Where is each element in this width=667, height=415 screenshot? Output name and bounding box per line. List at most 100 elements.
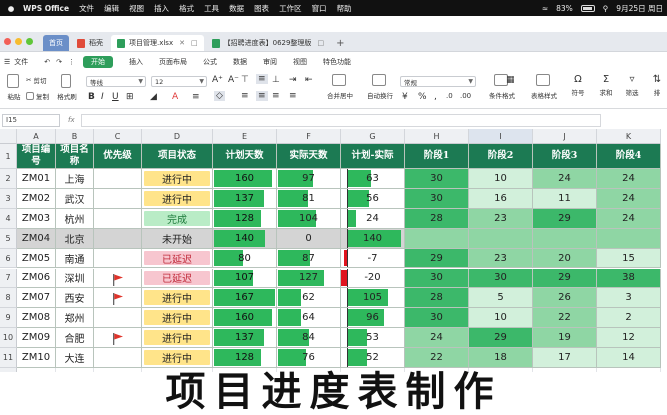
project-name-cell[interactable]: 深圳 (56, 268, 94, 289)
plan-minus-actual-cell[interactable]: -20 (341, 268, 405, 289)
increase-decimal-icon[interactable]: .0 (446, 92, 453, 100)
column-header-e[interactable]: E (213, 129, 277, 144)
stage-1-cell[interactable]: 30 (405, 188, 469, 209)
project-name-cell[interactable]: 南通 (56, 248, 94, 269)
number-format-select[interactable]: 常规 ▼ (400, 76, 476, 87)
stage-1-cell[interactable] (405, 228, 469, 249)
project-id-cell[interactable]: ZM02 (17, 188, 56, 209)
stage-4-cell[interactable] (597, 228, 661, 249)
row-header-6[interactable]: 6 (0, 248, 17, 269)
stage-3-cell[interactable]: 29 (533, 208, 597, 229)
symbol-button[interactable]: Ω 符号 (568, 74, 588, 97)
actual-days-cell[interactable]: 76 (277, 348, 341, 368)
font-name-select[interactable]: 等线 ▼ (86, 76, 146, 87)
column-header-g[interactable]: G (341, 129, 405, 144)
search-icon[interactable]: ⚲ (603, 4, 609, 13)
battery-icon[interactable] (580, 4, 595, 12)
stage-3-cell[interactable]: 29 (533, 268, 597, 289)
stage-2-cell[interactable]: 23 (469, 248, 533, 269)
header-cell[interactable]: 实际天数 (277, 144, 341, 169)
cut-button[interactable]: ✂ 剪切 (26, 75, 46, 85)
apple-icon[interactable]: ● (4, 4, 18, 13)
bold-icon[interactable]: B (88, 92, 95, 102)
tab-home[interactable]: 首页 (43, 35, 69, 51)
percent-icon[interactable]: % (418, 92, 427, 102)
copy-button[interactable]: 复制 (26, 91, 49, 101)
formula-input[interactable] (80, 113, 601, 127)
row-header-9[interactable]: 9 (0, 308, 17, 329)
tab-active-file[interactable]: 项目管理.xlsx ✕ □ (111, 35, 204, 51)
select-all-corner[interactable] (0, 129, 17, 144)
priority-cell[interactable] (94, 228, 142, 249)
project-id-cell[interactable]: ZM05 (17, 248, 56, 269)
actual-days-cell[interactable]: 62 (277, 288, 341, 309)
priority-cell[interactable] (94, 308, 142, 329)
outdent-icon[interactable]: ⇤ (305, 75, 313, 85)
priority-cell[interactable] (94, 248, 142, 269)
row-header-11[interactable]: 11 (0, 348, 17, 368)
stage-4-cell[interactable]: 24 (597, 208, 661, 229)
header-cell[interactable]: 项目名称 (56, 144, 94, 169)
undo-icon[interactable]: ↶ (44, 58, 50, 66)
sort-button[interactable]: ⇅ 排 (648, 74, 666, 97)
justify-icon[interactable]: ≡ (289, 91, 297, 101)
plan-days-cell[interactable]: 128 (213, 348, 277, 368)
project-id-cell[interactable]: ZM10 (17, 348, 56, 368)
minimize-window-icon[interactable] (15, 37, 22, 45)
filter-button[interactable]: ▿ 筛选 (622, 74, 642, 97)
actual-days-cell[interactable]: 127 (277, 268, 341, 289)
menu-file[interactable]: 文件 (79, 3, 94, 14)
align-bottom-icon[interactable]: ⊥ (272, 75, 280, 85)
plan-minus-actual-cell[interactable]: 24 (341, 208, 405, 229)
plan-days-cell[interactable]: 128 (213, 208, 277, 229)
menu-format[interactable]: 格式 (179, 3, 194, 14)
wifi-icon[interactable]: ≈ (542, 4, 548, 13)
priority-cell[interactable] (94, 268, 142, 289)
table-style-button[interactable]: 表格样式 (526, 74, 562, 100)
actual-days-cell[interactable]: 104 (277, 208, 341, 229)
column-header-i[interactable]: I (469, 129, 533, 144)
status-cell[interactable]: 已延迟 (142, 248, 213, 269)
header-cell[interactable]: 优先级 (94, 144, 142, 169)
status-cell[interactable]: 进行中 (142, 169, 213, 189)
project-id-cell[interactable]: ZM01 (17, 169, 56, 189)
plan-minus-actual-cell[interactable]: 56 (341, 188, 405, 209)
project-id-cell[interactable]: ZM09 (17, 328, 56, 349)
menu-view-tab[interactable]: 视图 (293, 57, 307, 67)
column-header-f[interactable]: F (277, 129, 341, 144)
tab-docer[interactable]: 稻壳 (71, 35, 109, 51)
stage-1-cell[interactable]: 28 (405, 208, 469, 229)
plan-minus-actual-cell[interactable]: 105 (341, 288, 405, 309)
plan-days-cell[interactable]: 160 (213, 308, 277, 329)
menu-formula-tab[interactable]: 公式 (203, 57, 217, 67)
plan-days-cell[interactable]: 167 (213, 288, 277, 309)
stage-4-cell[interactable]: 12 (597, 328, 661, 349)
stage-1-cell[interactable]: 24 (405, 328, 469, 349)
clear-format-icon[interactable]: ◇ (214, 91, 225, 101)
font-size-select[interactable]: 12 ▼ (151, 76, 207, 87)
align-center-icon[interactable]: ≡ (256, 91, 268, 101)
stage-2-cell[interactable]: 5 (469, 288, 533, 309)
strikethrough-icon[interactable]: ≡ (192, 92, 200, 102)
row-header-8[interactable]: 8 (0, 288, 17, 309)
menu-hamburger-icon[interactable]: ☰ (4, 58, 10, 66)
plan-minus-actual-cell[interactable]: -7 (341, 248, 405, 269)
row-header-10[interactable]: 10 (0, 328, 17, 349)
plan-days-cell[interactable]: 137 (213, 328, 277, 349)
stage-3-cell[interactable]: 20 (533, 248, 597, 269)
header-cell[interactable]: 阶段2 (469, 144, 533, 169)
format-painter-button[interactable]: 格式刷 (56, 74, 78, 101)
stage-4-cell[interactable]: 15 (597, 248, 661, 269)
stage-3-cell[interactable]: 11 (533, 188, 597, 209)
sum-button[interactable]: Σ 求和 (596, 74, 616, 97)
fill-color-icon[interactable]: ◢ (150, 92, 157, 102)
align-middle-icon[interactable]: ≡ (256, 74, 268, 84)
plan-minus-actual-cell[interactable]: 63 (341, 169, 405, 189)
align-top-icon[interactable]: ⊤ (241, 75, 249, 85)
plan-minus-actual-cell[interactable]: 53 (341, 328, 405, 349)
priority-cell[interactable] (94, 208, 142, 229)
header-cell[interactable]: 阶段4 (597, 144, 661, 169)
column-header-j[interactable]: J (533, 129, 597, 144)
stage-1-cell[interactable]: 30 (405, 308, 469, 329)
stage-3-cell[interactable]: 17 (533, 348, 597, 368)
